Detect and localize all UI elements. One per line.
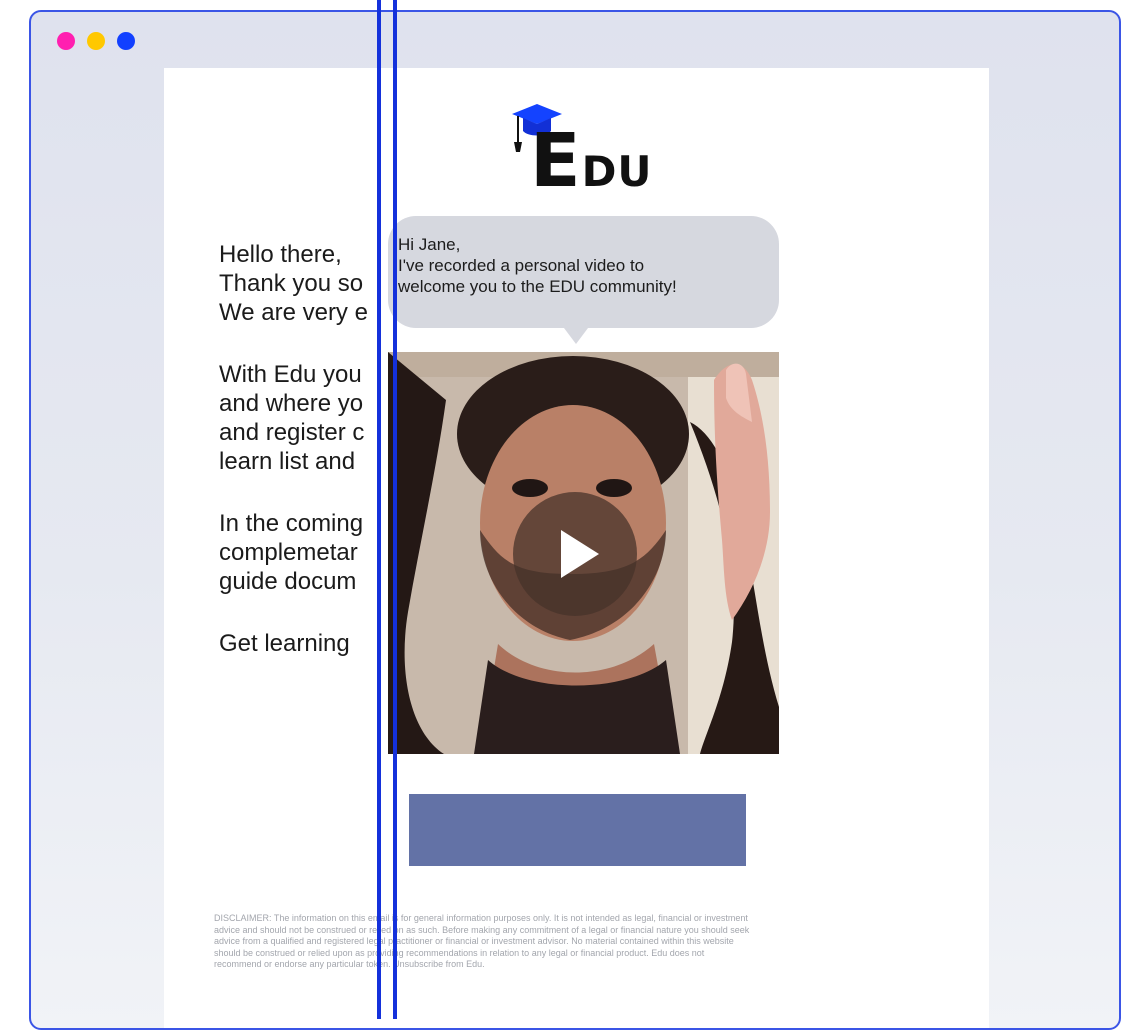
window-controls: [57, 32, 135, 50]
speech-bubble: Hi Jane, I've recorded a personal video …: [388, 216, 779, 344]
cta-button[interactable]: [409, 794, 746, 866]
disclaimer-line: advice from a qualified and registered l…: [214, 936, 734, 946]
right-split-line: [393, 0, 397, 1019]
window-maximize-dot[interactable]: [117, 32, 135, 50]
bubble-line: welcome you to the EDU community!: [398, 277, 677, 296]
logo-letter-e: E: [530, 118, 582, 204]
play-video-button[interactable]: [513, 492, 637, 616]
disclaimer-line: DISCLAIMER: The information on this emai…: [214, 913, 748, 923]
logo-text: EDU: [530, 124, 653, 198]
window-minimize-dot[interactable]: [87, 32, 105, 50]
edu-logo: EDU: [500, 96, 660, 198]
left-split-line: [377, 0, 381, 1019]
video-thumbnail[interactable]: [388, 352, 779, 754]
bubble-line: I've recorded a personal video to: [398, 256, 645, 275]
play-icon: [561, 530, 599, 578]
bubble-line: Hi Jane,: [398, 235, 461, 254]
disclaimer-text: DISCLAIMER: The information on this emai…: [214, 913, 941, 971]
logo-letters-du: DU: [581, 147, 653, 196]
disclaimer-line: should be construed or relied upon as pr…: [214, 947, 705, 958]
window-close-dot[interactable]: [57, 32, 75, 50]
disclaimer-line: recommend or endorse any particular toke…: [214, 959, 485, 969]
browser-window: EDU Hello there, Thank you so We are ver…: [29, 10, 1121, 1030]
email-preview: EDU Hello there, Thank you so We are ver…: [164, 68, 989, 1028]
disclaimer-line: advice and should not be construed or re…: [214, 924, 750, 935]
